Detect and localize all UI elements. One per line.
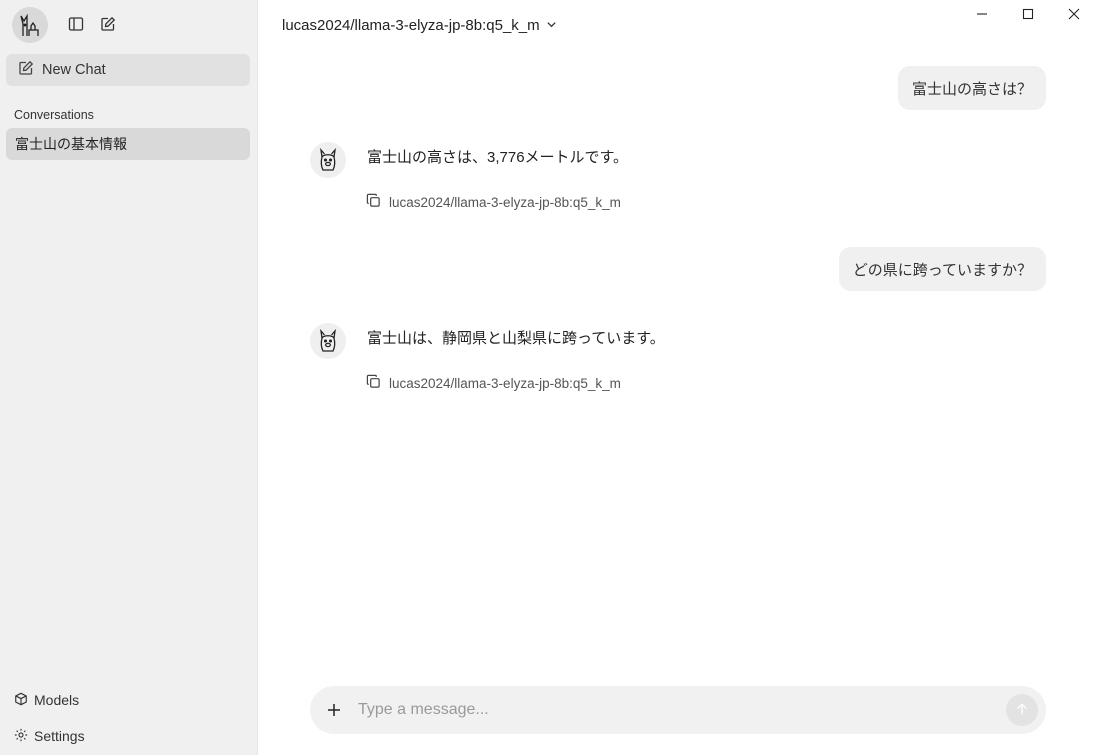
- compose-icon[interactable]: [97, 13, 119, 35]
- assistant-model-name: lucas2024/llama-3-elyza-jp-8b:q5_k_m: [389, 194, 621, 210]
- conversation-title: 富士山の基本情報: [15, 136, 127, 152]
- compose-icon: [18, 60, 34, 80]
- llama-icon: [310, 142, 346, 178]
- conversation-item[interactable]: 富士山の基本情報: [6, 128, 250, 160]
- user-message-text: 富士山の高さは？: [911, 80, 1032, 98]
- conversations-heading: Conversations: [14, 108, 94, 122]
- models-label: Models: [34, 692, 80, 708]
- cube-icon: [14, 692, 28, 709]
- new-chat-button[interactable]: New Chat: [6, 54, 250, 86]
- chevron-down-icon: [546, 17, 557, 34]
- llama-icon: [310, 323, 346, 359]
- minimize-icon[interactable]: [971, 4, 993, 24]
- gear-icon: [14, 728, 28, 745]
- send-button[interactable]: [1006, 694, 1038, 726]
- user-message: 富士山の高さは？: [897, 66, 1046, 110]
- user-avatar-icon[interactable]: [12, 7, 48, 43]
- plus-icon[interactable]: [322, 698, 346, 722]
- sidebar-toggle-icon[interactable]: [65, 13, 87, 35]
- settings-link[interactable]: Settings: [14, 724, 85, 748]
- maximize-icon[interactable]: [1017, 4, 1039, 24]
- message-input[interactable]: [358, 701, 1006, 719]
- assistant-message-meta: lucas2024/llama-3-elyza-jp-8b:q5_k_m: [366, 374, 621, 392]
- arrow-up-icon: [1015, 702, 1029, 719]
- model-selector[interactable]: lucas2024/llama-3-elyza-jp-8b:q5_k_m: [282, 14, 557, 36]
- copy-icon[interactable]: [366, 193, 381, 211]
- assistant-message-text: 富士山の高さは、3,776メートルです。: [367, 149, 629, 166]
- copy-icon[interactable]: [366, 374, 381, 392]
- model-name: lucas2024/llama-3-elyza-jp-8b:q5_k_m: [282, 16, 540, 34]
- assistant-message-text: 富士山は、静岡県と山梨県に跨っています。: [367, 330, 665, 347]
- message-composer: [310, 686, 1046, 734]
- close-icon[interactable]: [1063, 4, 1085, 24]
- assistant-model-name: lucas2024/llama-3-elyza-jp-8b:q5_k_m: [389, 375, 621, 391]
- models-link[interactable]: Models: [14, 688, 79, 712]
- assistant-message-meta: lucas2024/llama-3-elyza-jp-8b:q5_k_m: [366, 193, 621, 211]
- new-chat-label: New Chat: [42, 62, 106, 78]
- user-message-text: どの県に跨っていますか？: [852, 261, 1032, 279]
- user-message: どの県に跨っていますか？: [838, 247, 1046, 291]
- sidebar: New Chat Conversations 富士山の基本情報 Models S…: [0, 0, 258, 755]
- settings-label: Settings: [34, 728, 85, 744]
